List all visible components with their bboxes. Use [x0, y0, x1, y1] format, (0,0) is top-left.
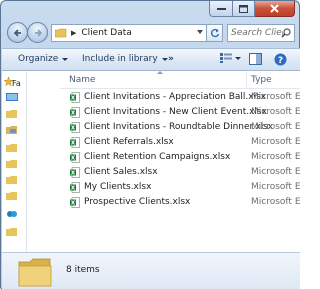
- file-row[interactable]: X Prospective Clients.xlsx Microsoft Ex: [60, 195, 300, 210]
- minimize-button[interactable]: [209, 1, 233, 17]
- chevron-down-icon: [235, 56, 241, 60]
- folder-icon: [55, 28, 67, 38]
- address-bar[interactable]: ▶ Client Data: [51, 24, 207, 42]
- music-folder-icon[interactable]: [6, 175, 18, 185]
- back-button[interactable]: [7, 22, 28, 43]
- file-name[interactable]: Client Invitations - Roundtable Dinner.x…: [84, 122, 273, 132]
- refresh-button[interactable]: [207, 24, 223, 42]
- file-row[interactable]: X Client Invitations - Appreciation Ball.…: [60, 90, 300, 105]
- file-name[interactable]: Prospective Clients.xlsx: [84, 197, 190, 207]
- favorites-label[interactable]: Fa: [12, 79, 21, 88]
- excel-icon: X: [70, 167, 80, 178]
- column-header-row: Name Type: [60, 71, 300, 89]
- more-commands-button[interactable]: »: [168, 54, 174, 64]
- excel-icon: X: [70, 92, 80, 103]
- forward-button[interactable]: [27, 22, 48, 43]
- back-arrow-icon: [13, 28, 21, 37]
- help-button[interactable]: ?: [274, 53, 287, 69]
- change-view-button[interactable]: [220, 53, 241, 63]
- file-type: Microsoft Ex: [251, 167, 300, 177]
- item-count: 8 items: [66, 265, 100, 275]
- forward-arrow-icon: [34, 28, 42, 37]
- recent-places-icon[interactable]: [6, 125, 18, 135]
- organize-menu[interactable]: Organize: [18, 54, 69, 64]
- minimize-icon: [216, 7, 226, 10]
- file-list: X Client Invitations - Appreciation Ball.…: [60, 90, 300, 210]
- file-row[interactable]: X Client Invitations - New Client Event.x…: [60, 105, 300, 120]
- file-name[interactable]: Client Sales.xlsx: [84, 167, 158, 177]
- libraries-icon[interactable]: [6, 143, 18, 153]
- refresh-icon: [210, 28, 219, 38]
- excel-icon: X: [70, 197, 80, 208]
- column-header-type[interactable]: Type: [251, 75, 272, 85]
- chevron-down-icon: [62, 57, 69, 61]
- address-dropdown-icon[interactable]: [197, 30, 203, 34]
- file-type: Microsoft Ex: [251, 182, 300, 192]
- file-name[interactable]: Client Invitations - Appreciation Ball.x…: [84, 92, 266, 102]
- more-commands-label: »: [168, 54, 174, 64]
- file-type: Microsoft Ex: [251, 197, 300, 207]
- file-name[interactable]: Client Referrals.xlsx: [84, 137, 174, 147]
- excel-icon: X: [70, 152, 80, 163]
- chevron-down-icon: [161, 57, 168, 61]
- file-type: Microsoft Ex: [251, 122, 300, 132]
- details-pane: 8 items: [2, 252, 300, 289]
- search-icon[interactable]: [281, 28, 291, 38]
- pane-splitter[interactable]: [26, 71, 27, 252]
- folder-large-icon: [18, 258, 52, 287]
- file-name[interactable]: My Clients.xlsx: [84, 182, 151, 192]
- file-name[interactable]: Client Retention Campaigns.xlsx: [84, 152, 230, 162]
- documents-folder-icon[interactable]: [6, 159, 18, 169]
- breadcrumb-arrow-icon[interactable]: ▶: [71, 29, 76, 37]
- close-icon: [270, 4, 279, 13]
- address-row: ▶ Client Data: [7, 21, 295, 45]
- homegroup-icon[interactable]: [6, 209, 18, 219]
- include-in-library-label: Include in library: [82, 54, 158, 64]
- explorer-window: ▶ Client Data Organize Include in librar…: [0, 0, 300, 289]
- file-type: Microsoft Ex: [251, 152, 300, 162]
- command-bar: Organize Include in library » ?: [2, 48, 300, 71]
- excel-icon: X: [70, 122, 80, 133]
- maximize-icon: [239, 4, 248, 13]
- preview-pane-button[interactable]: [249, 53, 262, 68]
- file-row[interactable]: X Client Retention Campaigns.xlsx Microsof…: [60, 150, 300, 165]
- excel-icon: X: [70, 107, 80, 118]
- computer-icon[interactable]: [6, 227, 18, 237]
- column-divider[interactable]: [246, 72, 247, 88]
- file-row[interactable]: X Client Invitations - Roundtable Dinner.…: [60, 120, 300, 135]
- search-box[interactable]: [227, 24, 295, 42]
- organize-label: Organize: [18, 54, 59, 64]
- file-name[interactable]: Client Invitations - New Client Event.xl…: [84, 107, 267, 117]
- close-button[interactable]: [255, 1, 295, 17]
- help-icon: ?: [274, 53, 287, 66]
- file-type: Microsoft Ex: [251, 137, 300, 147]
- preview-pane-icon: [249, 53, 262, 65]
- pictures-folder-icon[interactable]: [6, 191, 18, 201]
- excel-icon: X: [70, 137, 80, 148]
- desktop-icon[interactable]: [6, 93, 18, 103]
- breadcrumb-current[interactable]: Client Data: [81, 28, 131, 38]
- view-icon: [220, 53, 232, 63]
- column-header-name[interactable]: Name: [69, 75, 96, 85]
- downloads-folder-icon[interactable]: [6, 109, 18, 119]
- file-row[interactable]: X Client Referrals.xlsx Microsoft Ex: [60, 135, 300, 150]
- file-type: Microsoft Ex: [251, 107, 300, 117]
- navigation-pane[interactable]: Fa: [2, 71, 26, 252]
- file-row[interactable]: X My Clients.xlsx Microsoft Ex: [60, 180, 300, 195]
- content-area: Fa Name Type X Client Invitations - Appr…: [2, 71, 300, 252]
- file-row[interactable]: X Client Sales.xlsx Microsoft Ex: [60, 165, 300, 180]
- file-type: Microsoft Ex: [251, 92, 300, 102]
- maximize-button[interactable]: [233, 1, 255, 17]
- svg-text:?: ?: [278, 56, 283, 66]
- sort-indicator-icon: [157, 71, 163, 74]
- search-input[interactable]: [231, 28, 283, 38]
- excel-icon: X: [70, 182, 80, 193]
- caption-buttons: [209, 1, 295, 17]
- include-in-library-menu[interactable]: Include in library: [82, 54, 168, 64]
